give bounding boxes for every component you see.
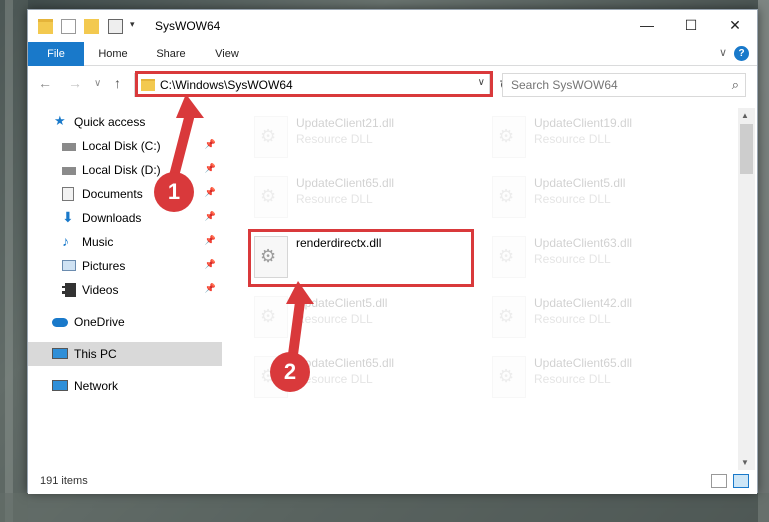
arrow-two-head xyxy=(286,281,314,304)
callout-step-2: 2 xyxy=(270,352,310,392)
callout-step-1: 1 xyxy=(154,172,194,212)
arrow-one-head xyxy=(176,94,204,118)
arrow-one xyxy=(169,113,194,181)
callout-arrows xyxy=(169,94,314,367)
